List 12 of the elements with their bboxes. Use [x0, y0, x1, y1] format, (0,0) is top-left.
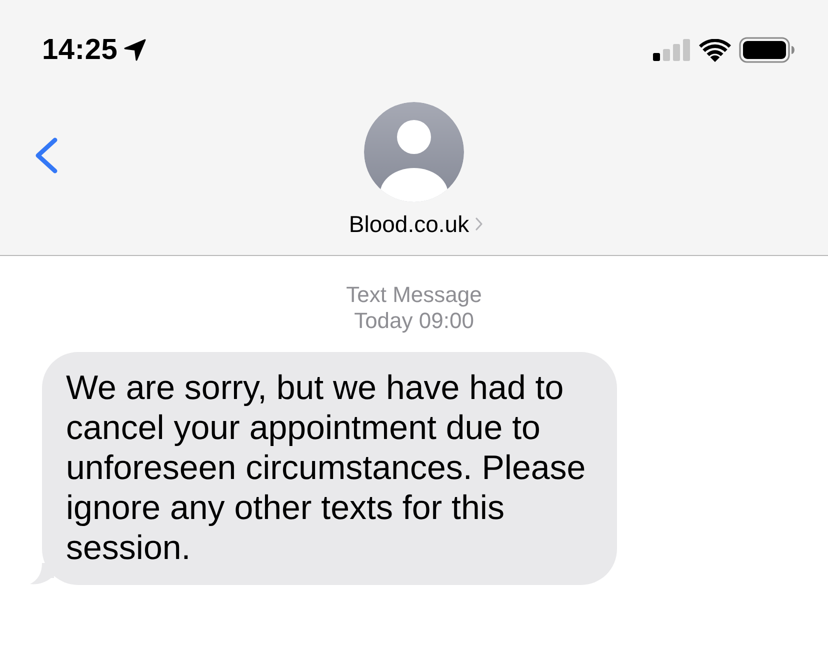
contact-name[interactable]: Blood.co.uk: [348, 210, 470, 238]
signal-icon: [653, 39, 691, 61]
wifi-icon: [699, 38, 731, 62]
service-label: Text Message: [346, 282, 482, 308]
location-arrow-icon: [124, 39, 146, 61]
message-timestamp: Today 09:00: [354, 308, 474, 334]
message-bubble: We are sorry, but we have had to cancel your appointment due to unforeseen circumstances. Please ignore any other texts for this session.: [42, 352, 617, 585]
back-chevron-icon[interactable]: [33, 137, 59, 174]
battery-icon: [739, 37, 795, 63]
avatar-icon[interactable]: [364, 102, 464, 202]
chevron-icon[interactable]: [475, 217, 484, 231]
status-time: 14:25: [42, 33, 118, 67]
